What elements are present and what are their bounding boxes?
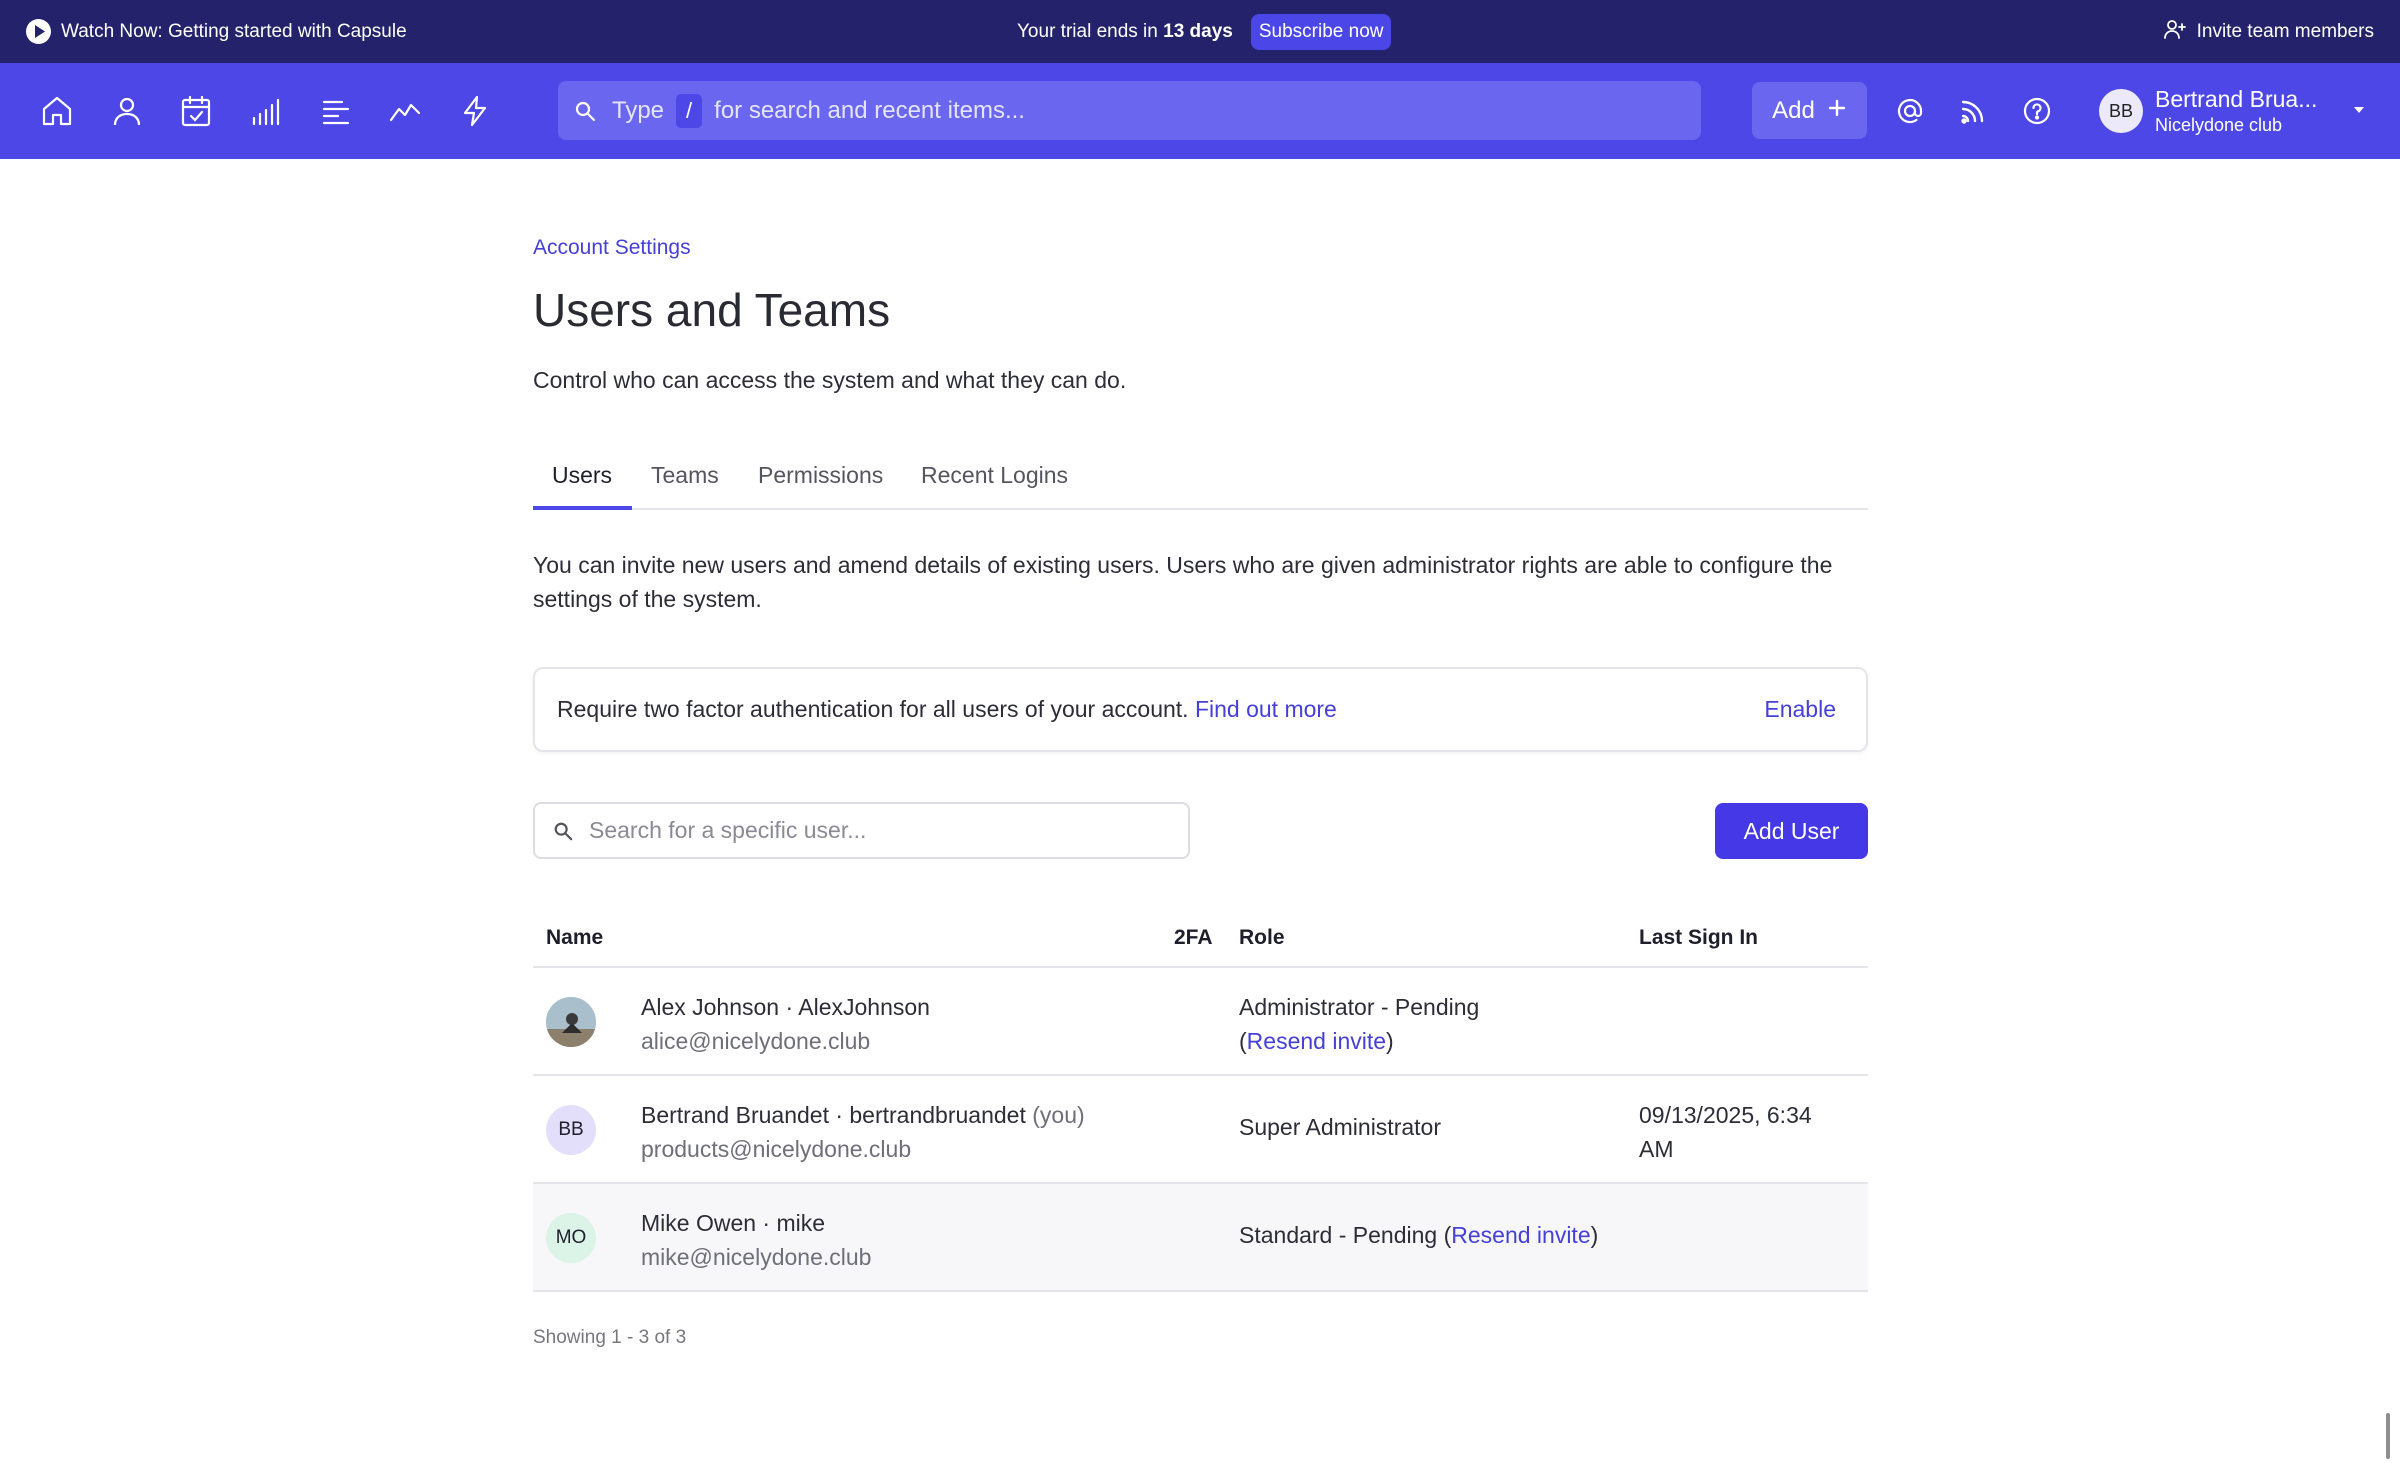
lightning-icon[interactable] <box>455 91 495 131</box>
global-search-input[interactable]: Type / for search and recent items... <box>558 81 1701 140</box>
watch-now-label: Watch Now: Getting started with Capsule <box>61 20 407 42</box>
settings-tabs: Users Teams Permissions Recent Logins <box>533 452 1868 510</box>
subscribe-button[interactable]: Subscribe now <box>1250 13 1392 50</box>
user-name-cell: Bertrand Bruandet · bertrandbruandet (yo… <box>641 1098 1085 1166</box>
person-icon[interactable] <box>107 91 147 131</box>
invite-label: Invite team members <box>2196 20 2374 42</box>
trial-days: 13 days <box>1163 20 1233 42</box>
add-user-button[interactable]: Add User <box>1715 803 1868 859</box>
page-description: Control who can access the system and wh… <box>533 367 1127 393</box>
bar-chart-icon[interactable] <box>246 91 286 131</box>
trial-banner: Watch Now: Getting started with Capsule … <box>0 0 2400 63</box>
user-role-cell: Standard - Pending (Resend invite) <box>1239 1222 1598 1249</box>
chevron-down-icon[interactable] <box>2351 103 2367 121</box>
user-search-input[interactable]: Search for a specific user... <box>533 802 1190 859</box>
column-header-2fa[interactable]: 2FA <box>1174 926 1213 950</box>
search-placeholder: for search and recent items... <box>714 96 1025 124</box>
plus-icon <box>1827 97 1847 125</box>
tab-users[interactable]: Users <box>552 462 612 489</box>
column-header-name[interactable]: Name <box>546 926 603 950</box>
last-sign-in-date: 09/13/2025, 6:34 <box>1639 1102 1812 1128</box>
column-header-last-sign-in[interactable]: Last Sign In <box>1639 926 1758 950</box>
breadcrumb[interactable]: Account Settings <box>533 236 691 260</box>
resend-invite-wrapper: (Resend invite) <box>1239 1024 1479 1058</box>
enable-two-factor-button[interactable]: Enable <box>1764 696 1836 723</box>
user-name: Bertrand Brua... <box>2155 86 2318 112</box>
pagination-summary: Showing 1 - 3 of 3 <box>533 1327 687 1348</box>
table-row[interactable]: Alex Johnson · AlexJohnson alice@nicelyd… <box>533 968 1868 1076</box>
add-button[interactable]: Add <box>1752 82 1867 139</box>
add-person-icon <box>2163 17 2187 47</box>
trial-text: Your trial ends in 13 days <box>1017 21 1233 43</box>
paren-close: ) <box>1386 1028 1394 1054</box>
users-table: Name 2FA Role Last Sign In Alex Johnson … <box>533 906 1868 1292</box>
tab-permissions[interactable]: Permissions <box>758 462 883 489</box>
resend-invite-link[interactable]: Resend invite <box>1451 1222 1590 1248</box>
user-name-cell: Alex Johnson · AlexJohnson alice@nicelyd… <box>641 990 930 1058</box>
trend-line-icon[interactable] <box>385 91 425 131</box>
role-text: Standard - Pending ( <box>1239 1222 1452 1248</box>
last-sign-in-time: AM <box>1639 1136 1674 1162</box>
user-menu[interactable]: BB Bertrand Brua... Nicelydone club <box>2099 81 2317 141</box>
paren-close: ) <box>1590 1222 1599 1248</box>
scrollbar-thumb[interactable] <box>2386 1413 2390 1459</box>
trial-notice: Your trial ends in 13 days Subscribe now <box>1017 0 1392 63</box>
two-factor-notice: Require two factor authentication for al… <box>533 667 1868 752</box>
user-email: mike@nicelydone.club <box>641 1244 872 1270</box>
active-tab-indicator <box>533 506 632 510</box>
tab-recent-logins[interactable]: Recent Logins <box>921 462 1068 489</box>
main-navbar: Type / for search and recent items... Ad… <box>0 63 2400 159</box>
avatar: MO <box>546 1213 596 1263</box>
calendar-check-icon[interactable] <box>176 91 216 131</box>
avatar: BB <box>2099 89 2143 133</box>
home-icon[interactable] <box>37 91 77 131</box>
user-display-name-wrapper: Bertrand Bruandet · bertrandbruandet (yo… <box>641 1098 1085 1132</box>
table-row[interactable]: MO Mike Owen · mike mike@nicelydone.club… <box>533 1184 1868 1292</box>
users-intro-text: You can invite new users and amend detai… <box>533 552 1833 612</box>
user-org: Nicelydone club <box>2155 115 2283 135</box>
user-display-name[interactable]: Alex Johnson · AlexJohnson <box>641 990 930 1024</box>
two-factor-message: Require two factor authentication for al… <box>557 696 1189 722</box>
mentions-icon[interactable] <box>1890 91 1930 131</box>
role-text: Super Administrator <box>1239 1114 1441 1140</box>
user-role-cell: Administrator - Pending (Resend invite) <box>1239 990 1479 1058</box>
help-icon[interactable] <box>2017 91 2057 131</box>
role-text: Administrator - Pending <box>1239 994 1480 1020</box>
tab-teams[interactable]: Teams <box>651 462 719 489</box>
user-info: Bertrand Brua... Nicelydone club <box>2155 86 2317 136</box>
search-shortcut-key: / <box>676 93 703 128</box>
search-icon <box>553 821 573 841</box>
user-email: products@nicelydone.club <box>641 1136 912 1162</box>
table-row[interactable]: BB Bertrand Bruandet · bertrandbruandet … <box>533 1076 1868 1184</box>
user-display-name[interactable]: Bertrand Bruandet · bertrandbruandet <box>641 1102 1026 1128</box>
table-header: Name 2FA Role Last Sign In <box>533 906 1868 968</box>
avatar <box>546 997 596 1047</box>
you-indicator: (you) <box>1032 1102 1085 1128</box>
two-factor-text: Require two factor authentication for al… <box>557 696 1337 723</box>
user-search-placeholder: Search for a specific user... <box>589 817 867 843</box>
user-name-cell: Mike Owen · mike mike@nicelydone.club <box>641 1206 871 1274</box>
search-icon <box>574 100 596 122</box>
user-display-name[interactable]: Mike Owen · mike <box>641 1206 871 1240</box>
find-out-more-link[interactable]: Find out more <box>1195 696 1337 722</box>
trial-prefix: Your trial ends in <box>1017 20 1158 42</box>
column-header-role[interactable]: Role <box>1239 926 1285 950</box>
paren-open: ( <box>1239 1028 1247 1054</box>
user-email: alice@nicelydone.club <box>641 1028 871 1054</box>
feed-icon[interactable] <box>1953 91 1993 131</box>
last-sign-in-cell: 09/13/2025, 6:34 AM <box>1639 1098 1812 1166</box>
list-icon[interactable] <box>316 91 356 131</box>
invite-team-members-link[interactable]: Invite team members <box>2163 0 2374 63</box>
avatar: BB <box>546 1105 596 1155</box>
page-title: Users and Teams <box>533 284 891 336</box>
resend-invite-link[interactable]: Resend invite <box>1247 1028 1386 1054</box>
play-icon <box>26 19 51 44</box>
add-button-label: Add <box>1772 96 1815 124</box>
watch-now-link[interactable]: Watch Now: Getting started with Capsule <box>26 0 407 63</box>
search-type-label: Type <box>612 96 665 124</box>
